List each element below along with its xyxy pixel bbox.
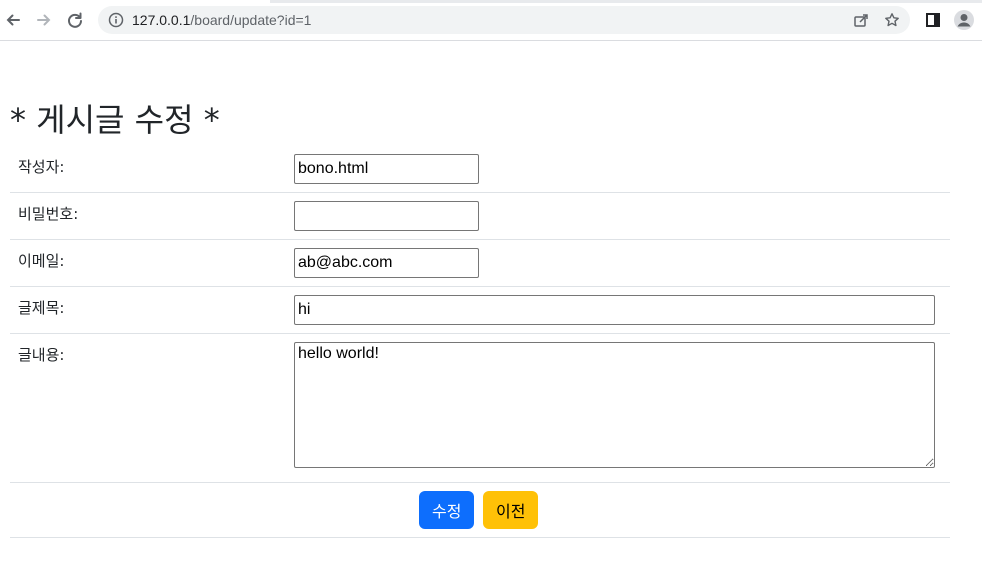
content-label: 글내용: — [18, 346, 65, 364]
form-row-password: 비밀번호: — [10, 193, 950, 240]
tab-strip-edge — [270, 0, 982, 3]
arrow-right-icon — [37, 14, 51, 26]
info-icon[interactable] — [108, 12, 124, 28]
form-row-subject: 글제목: — [10, 287, 950, 334]
email-label: 이메일: — [18, 252, 65, 270]
url-host: 127.0.0.1 — [132, 12, 191, 28]
arrow-left-icon — [6, 14, 20, 26]
reload-button[interactable] — [64, 9, 86, 31]
avatar-icon — [954, 10, 974, 30]
update-form: 작성자: 비밀번호: 이메일: 글제목: 글내용: hello world! 수… — [10, 146, 950, 538]
writer-input[interactable] — [294, 154, 479, 184]
subject-label: 글제목: — [18, 299, 65, 317]
content-textarea[interactable]: hello world! — [294, 342, 935, 468]
share-icon[interactable] — [853, 12, 869, 28]
browser-toolbar: 127.0.0.1/board/update?id=1 — [0, 0, 982, 41]
writer-label: 작성자: — [18, 158, 65, 176]
url-text[interactable]: 127.0.0.1/board/update?id=1 — [132, 6, 311, 34]
subject-input[interactable] — [294, 295, 935, 325]
back-page-button[interactable]: 이전 — [483, 491, 539, 529]
side-panel-icon — [926, 13, 940, 27]
forward-button[interactable] — [33, 9, 55, 31]
password-input[interactable] — [294, 201, 479, 231]
reload-icon — [68, 12, 82, 28]
page-title: * 게시글 수정 * — [10, 101, 220, 139]
back-button[interactable] — [2, 9, 24, 31]
side-panel-button[interactable] — [922, 9, 944, 31]
form-row-buttons: 수정 이전 — [10, 483, 950, 538]
form-row-email: 이메일: — [10, 240, 950, 287]
form-row-writer: 작성자: — [10, 146, 950, 193]
bookmark-star-icon[interactable] — [884, 12, 900, 28]
password-label: 비밀번호: — [18, 205, 79, 223]
email-input[interactable] — [294, 248, 479, 278]
form-row-content: 글내용: hello world! — [10, 334, 950, 483]
url-path: /board/update?id=1 — [190, 12, 312, 28]
address-bar[interactable]: 127.0.0.1/board/update?id=1 — [98, 6, 910, 34]
submit-button[interactable]: 수정 — [419, 491, 475, 529]
profile-button[interactable] — [953, 9, 975, 31]
